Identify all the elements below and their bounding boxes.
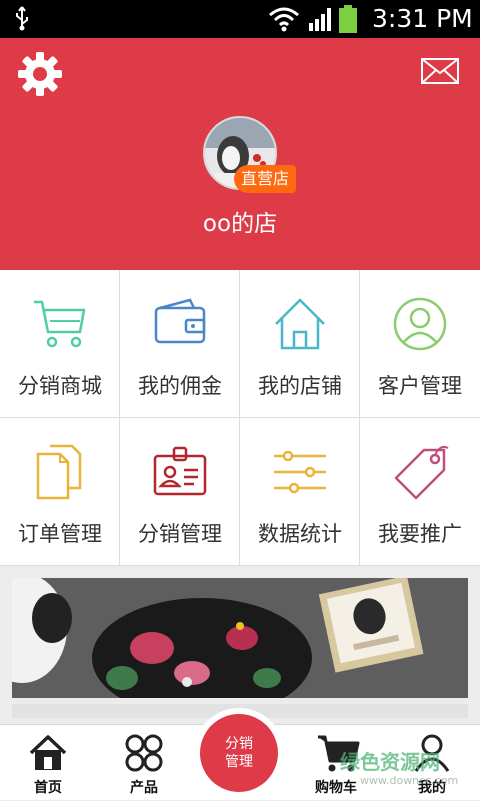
menu-item-label: 分销商城 xyxy=(18,374,102,398)
grid-icon xyxy=(125,734,163,772)
menu-item-label: 我的店铺 xyxy=(258,374,342,398)
home-icon xyxy=(275,298,325,350)
menu-item-promote[interactable]: 我要推广 xyxy=(360,418,480,566)
battery-icon xyxy=(339,5,357,33)
wallet-icon xyxy=(154,298,206,344)
tab-products[interactable]: 产品 xyxy=(96,725,192,801)
tab-label: 产品 xyxy=(130,780,158,796)
store-type-badge: 直营店 xyxy=(234,165,296,193)
watermark-text: 绿色资源网 xyxy=(340,750,440,774)
menu-item-my-commission[interactable]: 我的佣金 xyxy=(120,270,240,418)
distribution-management-button[interactable]: 分销 管理 xyxy=(194,708,284,798)
menu-item-customer-management[interactable]: 客户管理 xyxy=(360,270,480,418)
menu-item-my-store[interactable]: 我的店铺 xyxy=(240,270,360,418)
tab-label: 首页 xyxy=(34,780,62,796)
menu-item-distribution-management[interactable]: 分销管理 xyxy=(120,418,240,566)
sliders-icon xyxy=(274,450,326,494)
shopping-cart-icon xyxy=(34,300,86,348)
profile-header: 直营店 oo的店 xyxy=(0,38,480,270)
user-circle-icon xyxy=(393,297,447,351)
home-icon xyxy=(29,735,67,770)
shop-name: oo的店 xyxy=(202,211,278,237)
promo-banner[interactable] xyxy=(12,578,468,698)
menu-item-label: 数据统计 xyxy=(258,522,342,546)
status-bar: 3:31 PM xyxy=(0,0,480,38)
tab-home[interactable]: 首页 xyxy=(0,725,96,801)
signal-icon xyxy=(309,8,331,31)
menu-item-label: 分销管理 xyxy=(138,522,222,546)
center-button-line2: 管理 xyxy=(225,754,253,770)
watermark-url: www.downcc.com xyxy=(360,774,459,787)
menu-item-distribution-mall[interactable]: 分销商城 xyxy=(0,270,120,418)
menu-item-label: 我的佣金 xyxy=(138,374,222,398)
status-time: 3:31 PM xyxy=(372,4,473,33)
menu-item-label: 客户管理 xyxy=(378,374,462,398)
menu-item-label: 我要推广 xyxy=(378,522,462,546)
center-button-line1: 分销 xyxy=(225,736,253,752)
mail-icon[interactable] xyxy=(421,58,459,84)
tag-icon xyxy=(394,445,449,500)
usb-icon xyxy=(16,6,28,31)
menu-item-label: 订单管理 xyxy=(18,522,102,546)
gear-icon[interactable] xyxy=(18,52,62,96)
id-card-icon xyxy=(153,446,207,496)
wifi-icon xyxy=(269,7,299,32)
menu-item-data-statistics[interactable]: 数据统计 xyxy=(240,418,360,566)
menu-item-order-management[interactable]: 订单管理 xyxy=(0,418,120,566)
documents-icon xyxy=(36,444,82,500)
menu-grid: 分销商城 我的佣金 我的店铺 客户管理 订单管理 分销管理 数据统计 我要推广 xyxy=(0,270,480,566)
